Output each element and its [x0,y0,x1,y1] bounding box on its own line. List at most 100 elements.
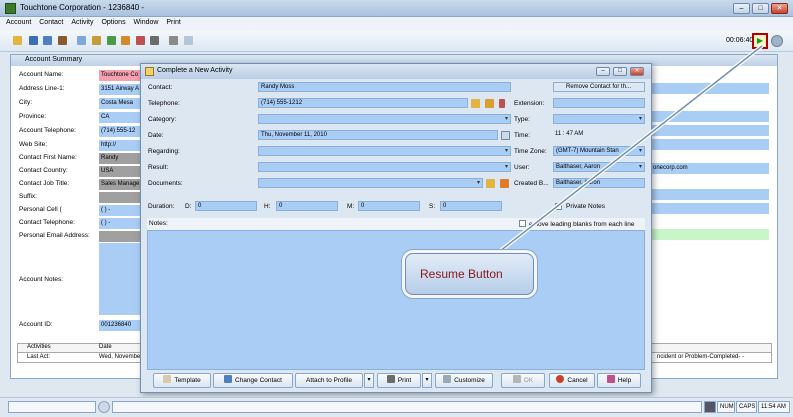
cancel-icon [556,375,565,383]
customize-button[interactable]: Customize [435,373,493,388]
calendar-icon[interactable] [107,36,116,45]
value-account-telephone[interactable]: (714) 555-12 [99,126,143,137]
menu-window[interactable]: Window [134,19,159,26]
close-button[interactable]: ✕ [771,3,788,14]
dialog-close-button[interactable]: ✕ [630,67,644,76]
value-personal-cell[interactable]: ( ) - [99,205,143,216]
book-icon[interactable] [150,36,159,45]
minutes-field[interactable]: 0 [358,201,420,211]
account-notes-field[interactable] [99,243,143,315]
result-dropdown[interactable] [258,162,511,172]
value-personal-email[interactable] [99,231,143,242]
right-field-6[interactable] [651,203,769,214]
value-province[interactable]: CA [99,112,143,123]
calendar-picker-icon[interactable] [501,131,510,140]
remove-blanks-checkbox[interactable] [519,220,526,227]
attach-to-profile-button[interactable]: Attach to Profile [295,373,363,388]
menu-bar: Account Contact Activity Options Window … [0,17,793,30]
ok-button[interactable]: OK [501,373,545,388]
date-field[interactable]: Thu, November 11, 2010 [258,130,498,140]
grid-cell-last-act[interactable]: Last Act: [27,354,50,360]
toolbar: 00:06:40 ▶ [0,30,793,52]
app-icon [5,3,16,14]
result-label: Result: [148,164,169,171]
value-suffix[interactable] [99,192,143,203]
right-web-field[interactable]: onecorp.com [651,163,769,174]
value-contact-telephone[interactable]: ( ) - [99,218,143,229]
notes-textarea[interactable] [147,230,645,370]
value-contact-job-title[interactable]: Sales Manage [99,179,143,190]
type-dropdown[interactable] [553,114,645,124]
contact-icon[interactable] [29,36,38,45]
documents-dropdown[interactable] [258,178,483,188]
private-notes-checkbox[interactable] [555,203,562,210]
menu-activity[interactable]: Activity [71,19,93,26]
value-contact-first-name[interactable]: Randy [99,153,143,164]
contact-field[interactable]: Randy Moss [258,82,511,92]
attach-icon[interactable] [500,179,509,188]
minimize-button[interactable]: – [733,3,750,14]
dialog-maximize-button[interactable]: □ [613,67,627,76]
print-dropdown-arrow[interactable]: ▾ [422,373,432,388]
value-address[interactable]: 3151 Airway A [99,84,143,95]
gear-icon[interactable] [771,35,783,47]
add-contact-icon[interactable] [43,36,52,45]
dialog-minimize-button[interactable]: – [596,67,610,76]
edit-icon[interactable] [136,36,145,45]
resume-button[interactable]: ▶ [752,33,768,49]
print-button[interactable]: Print [377,373,421,388]
help-button[interactable]: Help [597,373,641,388]
document-icon[interactable] [184,36,193,45]
schedule-icon[interactable] [77,36,86,45]
value-city[interactable]: Costa Mesa [99,98,143,109]
open-folder-icon[interactable] [13,36,22,45]
label-web-site: Web Site: [19,141,48,148]
timezone-dropdown[interactable]: (GMT-7) Mountain Stan [553,146,645,156]
maximize-button[interactable]: □ [752,3,769,14]
change-contact-button[interactable]: Change Contact [213,373,293,388]
right-field-5[interactable] [651,189,769,200]
menu-account[interactable]: Account [6,19,31,26]
caps-lock-indicator: CAPS [736,401,757,413]
user-dropdown[interactable]: Balthaser, Aaron [553,162,645,172]
category-dropdown[interactable] [258,114,511,124]
days-field[interactable]: 0 [195,201,257,211]
menu-options[interactable]: Options [101,19,125,26]
customize-icon [443,375,452,383]
template-button-label: Template [174,377,201,384]
seconds-field[interactable]: 0 [440,201,502,211]
menu-print[interactable]: Print [166,19,180,26]
hours-field[interactable]: 0 [276,201,338,211]
help-icon [606,375,615,383]
folder-icon[interactable] [486,179,495,188]
value-web-site[interactable]: http:// [99,140,143,151]
note-icon[interactable] [92,36,101,45]
value-account-name[interactable]: Touchtone Co [99,70,143,81]
regarding-dropdown[interactable] [258,146,511,156]
template-button[interactable]: Template [153,373,211,388]
menu-contact[interactable]: Contact [39,19,63,26]
remove-contact-label[interactable]: Remove Contact for th... [553,82,645,92]
right-field-4[interactable] [651,139,769,150]
regarding-label: Regarding: [148,148,180,155]
value-contact-country[interactable]: USA [99,166,143,177]
label-province: Province: [19,113,47,120]
keyboard-icon[interactable] [169,36,178,45]
group-icon[interactable] [58,36,67,45]
attach-dropdown-arrow[interactable]: ▾ [364,373,374,388]
cancel-button[interactable]: Cancel [549,373,595,388]
task-icon[interactable] [121,36,130,45]
telephone-field[interactable]: (714) 555-1212 [258,98,468,108]
extension-field[interactable] [553,98,645,108]
right-field-2[interactable] [651,111,769,122]
phone-icon[interactable] [471,99,480,108]
grid-cell-right[interactable]: ncident or Problem-Completed- - [657,354,744,360]
timer-display: 00:06:40 [726,37,754,44]
record-icon[interactable] [499,99,505,108]
grid-cell-date[interactable]: Wed, November [99,354,142,360]
time-field[interactable]: 11 : 47 AM [553,130,608,140]
right-field-3[interactable] [651,125,769,136]
right-field-7[interactable] [651,229,769,240]
right-field-1[interactable] [651,83,769,94]
dial-icon[interactable] [485,99,494,108]
